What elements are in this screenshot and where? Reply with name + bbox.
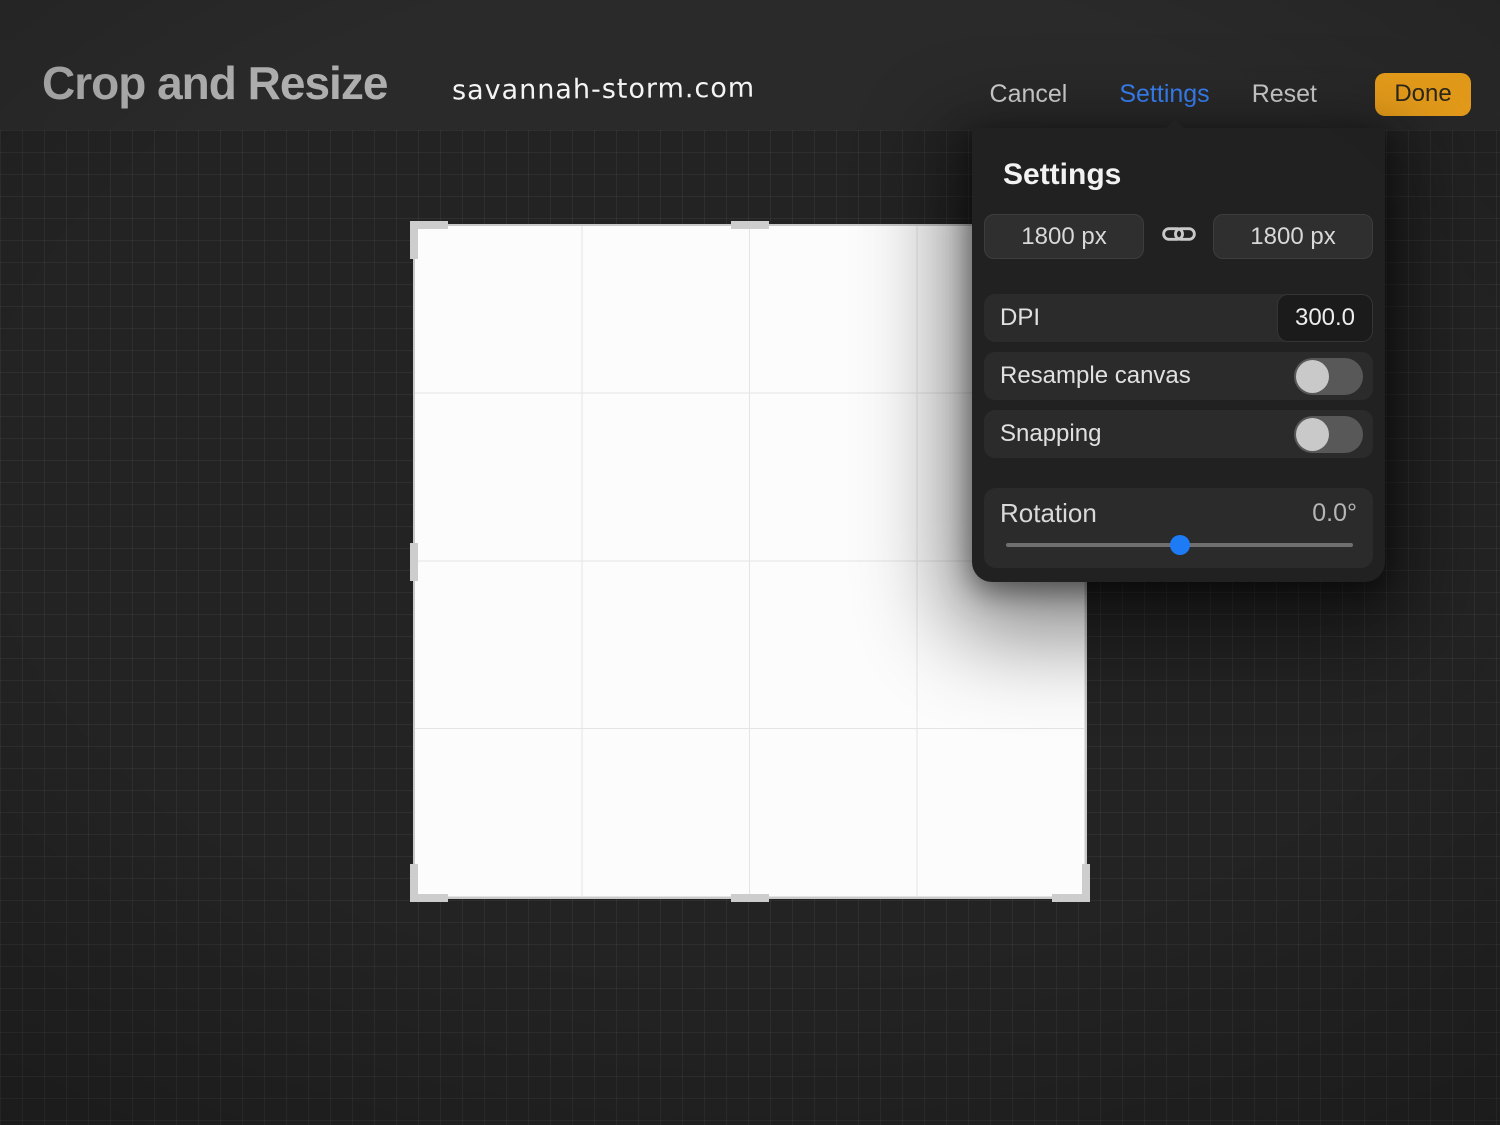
toggle-knob — [1296, 418, 1329, 451]
snapping-label: Snapping — [1000, 420, 1101, 448]
snapping-toggle[interactable] — [1294, 416, 1363, 453]
crop-handle-bottom[interactable] — [731, 894, 769, 902]
crop-and-resize-screen: Crop and Resize savannah-storm.com Cance… — [0, 0, 1500, 1125]
top-bar-actions: Cancel Settings Reset Done — [990, 72, 1471, 116]
crop-handle-bottom-right[interactable] — [1052, 864, 1090, 902]
width-field[interactable]: 1800 px — [984, 214, 1144, 259]
dimensions-row: 1800 px 1800 px — [984, 214, 1373, 259]
watermark-text: savannah-storm.com — [452, 73, 755, 107]
done-button[interactable]: Done — [1375, 73, 1471, 116]
resample-canvas-label: Resample canvas — [1000, 362, 1191, 390]
link-icon — [1161, 221, 1197, 252]
resample-canvas-toggle[interactable] — [1294, 358, 1363, 395]
reset-button[interactable]: Reset — [1252, 80, 1317, 109]
dpi-row: DPI 300.0 — [984, 294, 1373, 342]
crop-handle-top-left[interactable] — [410, 221, 448, 259]
rotation-section: Rotation 0.0° — [984, 488, 1373, 568]
height-field[interactable]: 1800 px — [1213, 214, 1373, 259]
settings-panel: Settings 1800 px 1800 px DPI 300.0 Resam… — [972, 128, 1385, 582]
dpi-label: DPI — [1000, 304, 1040, 332]
page-title: Crop and Resize — [42, 56, 387, 110]
rotation-value: 0.0° — [1312, 499, 1357, 528]
rotation-slider-thumb[interactable] — [1170, 535, 1190, 555]
settings-panel-title: Settings — [1003, 158, 1373, 192]
crop-handle-top[interactable] — [731, 221, 769, 229]
toggle-knob — [1296, 360, 1329, 393]
top-bar: Crop and Resize savannah-storm.com Cance… — [0, 0, 1500, 130]
crop-handle-bottom-left[interactable] — [410, 864, 448, 902]
rotation-slider[interactable] — [1006, 543, 1353, 547]
snapping-row: Snapping — [984, 410, 1373, 458]
cancel-button[interactable]: Cancel — [990, 80, 1068, 109]
resample-canvas-row: Resample canvas — [984, 352, 1373, 400]
dpi-value-field[interactable]: 300.0 — [1277, 294, 1373, 342]
crop-handle-left[interactable] — [410, 543, 418, 581]
link-dimensions-button[interactable] — [1144, 221, 1213, 252]
rotation-label: Rotation — [1000, 498, 1097, 529]
settings-button[interactable]: Settings — [1119, 80, 1209, 109]
